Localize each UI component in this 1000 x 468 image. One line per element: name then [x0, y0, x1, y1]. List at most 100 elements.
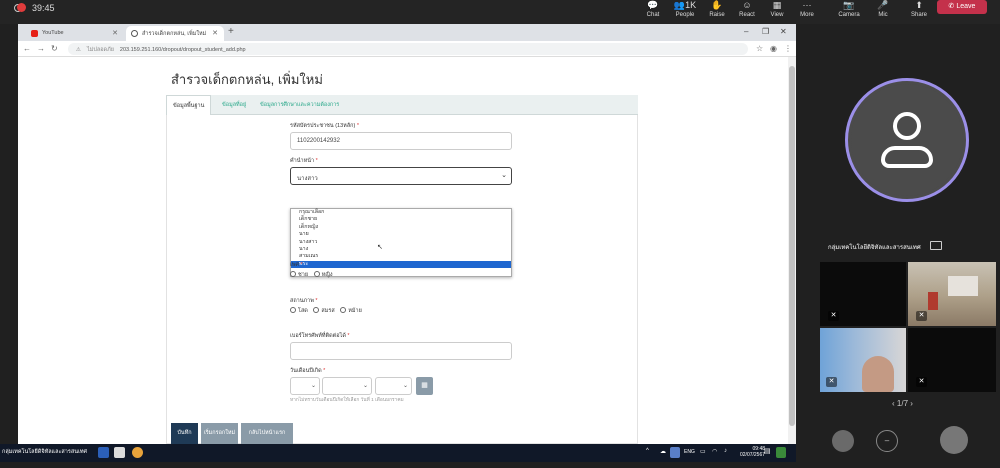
volume-icon[interactable]: ♪ — [724, 448, 727, 454]
participant-avatar[interactable] — [940, 426, 968, 454]
title-select-value: นางสาว — [297, 176, 318, 182]
notification-icon[interactable]: ▤ — [764, 447, 771, 455]
title-option[interactable]: เด็กชาย — [291, 216, 511, 223]
more-button[interactable]: ··· More — [790, 0, 824, 22]
title-option[interactable]: นาง — [291, 246, 511, 253]
toolbar-label: Camera — [838, 12, 860, 18]
participant-video[interactable]: ✕ — [908, 328, 996, 392]
menu-icon[interactable]: ⋮ — [784, 44, 792, 53]
back-home-button[interactable]: กลับไปหน้าแรก — [241, 423, 293, 444]
leave-label: Leave — [956, 3, 976, 10]
chevron-down-icon: ⌄ — [501, 172, 507, 179]
wifi-icon[interactable]: ◠ — [712, 448, 717, 455]
forward-icon[interactable]: → — [37, 44, 45, 53]
leave-button[interactable]: ✆ Leave — [937, 0, 987, 14]
participant-video[interactable]: ✕ — [908, 262, 996, 326]
phone-field[interactable] — [290, 342, 512, 360]
react-button[interactable]: ☺ React — [730, 0, 764, 22]
start-over-button[interactable]: เริ่มกรอกใหม่ — [201, 423, 238, 444]
tab-basic-info[interactable]: ข้อมูลพื้นฐาน — [166, 95, 212, 115]
address-bar-row: ← → ↻ ⚠ ไม่ปลอดภัย 203.159.251.160/dropout… — [18, 41, 796, 57]
raise-hand-icon: ✋ — [711, 0, 723, 10]
web-page: สำรวจเด็กตกหล่น, เพิ่มใหม่ ข้อมูลพื้นฐาน… — [18, 57, 788, 444]
app-tray-icon[interactable] — [776, 447, 786, 458]
participant-video[interactable]: ✕ — [820, 262, 906, 326]
chevron-down-icon: ⌄ — [402, 383, 408, 389]
marital-radio-married[interactable]: สมรส — [313, 307, 335, 314]
birth-day-select[interactable]: ⌄ — [290, 377, 320, 395]
camera-button[interactable]: 📷 Camera — [832, 0, 866, 22]
task-view-icon[interactable] — [98, 447, 109, 458]
language-indicator[interactable]: ENG — [684, 449, 695, 455]
mic-icon: 🎤 — [877, 0, 889, 10]
gender-label: เพศ * — [290, 262, 303, 268]
profile-icon[interactable]: ◉ — [770, 44, 777, 53]
radio-icon — [290, 307, 296, 313]
view-button[interactable]: ▦ View — [760, 0, 794, 22]
person-icon-head — [893, 112, 921, 140]
restore-icon[interactable]: ❐ — [762, 27, 769, 36]
pager-text: 1/7 — [896, 399, 909, 408]
title-label: คำนำหน้า * — [290, 158, 318, 164]
more-participants-icon[interactable]: – — [876, 430, 898, 452]
share-button[interactable]: ⬆ Share — [902, 0, 936, 22]
title-option[interactable]: สามเณร — [291, 253, 511, 260]
chat-button[interactable]: 💬 Chat — [636, 0, 670, 22]
title-option[interactable]: พระ — [291, 260, 511, 269]
chat-icon: 💬 — [647, 0, 659, 10]
gender-radio-group: ชาย หญิง — [290, 271, 333, 279]
calendar-button[interactable]: ▦ — [416, 377, 433, 395]
tab-title: YouTube — [42, 30, 64, 36]
gender-radio-male[interactable]: ชาย — [290, 271, 308, 278]
title-option[interactable]: กรุณาเลือก — [291, 209, 511, 216]
title-option[interactable]: นางสาว — [291, 239, 511, 246]
taskbar-clock[interactable]: 09:48 02/07/2567 — [740, 446, 765, 458]
video-person-shape — [862, 356, 894, 392]
browser-tab-youtube[interactable]: YouTube ✕ — [26, 26, 124, 41]
save-button[interactable]: บันทึก — [171, 423, 198, 444]
birth-year-select[interactable]: ⌄ — [375, 377, 412, 395]
marital-radio-widowed[interactable]: หม้าย — [340, 307, 362, 314]
teams-tray-icon[interactable] — [670, 447, 680, 458]
reload-icon[interactable]: ↻ — [51, 44, 58, 53]
browser-tab-dropout[interactable]: สำรวจเด็กตกหล่น, เพิ่มใหม่ ✕ — [126, 26, 224, 41]
minimize-icon[interactable]: – — [744, 27, 748, 36]
url-input[interactable]: ⚠ ไม่ปลอดภัย 203.159.251.160/dropout/dropo… — [68, 43, 748, 55]
back-icon[interactable]: ← — [23, 44, 31, 53]
participant-video[interactable]: ✕ — [820, 328, 906, 392]
marital-radio-single[interactable]: โสด — [290, 307, 308, 314]
close-tab-icon[interactable]: ✕ — [212, 29, 218, 37]
participant-avatar[interactable] — [832, 430, 854, 452]
bookmark-star-icon[interactable]: ☆ — [756, 44, 763, 53]
chevron-down-icon: ⌄ — [310, 383, 316, 389]
title-option[interactable]: เด็กหญิง — [291, 224, 511, 231]
radio-icon — [313, 307, 320, 313]
close-window-icon[interactable]: ✕ — [780, 27, 787, 36]
explorer-icon[interactable] — [114, 447, 125, 458]
presenter-label: กลุ่มเทคโนโลยีดิจิทัลและสารสนเทศ — [828, 245, 921, 251]
mic-off-icon: ✕ — [826, 377, 837, 387]
title-option[interactable]: นาย — [291, 231, 511, 238]
display-icon[interactable]: ▭ — [700, 448, 706, 455]
new-tab-icon[interactable]: + — [228, 26, 234, 37]
network-icon[interactable]: ☁ — [660, 448, 666, 455]
title-select[interactable]: นางสาว ⌄ — [290, 167, 512, 185]
scrollbar-thumb[interactable] — [789, 66, 795, 426]
close-tab-icon[interactable]: ✕ — [112, 29, 118, 37]
people-button[interactable]: 👥1K People — [668, 0, 702, 22]
tab-education[interactable]: ข้อมูลการศึกษาและความต้องการ — [254, 95, 345, 115]
gender-radio-female[interactable]: หญิง — [313, 271, 333, 278]
chrome-icon[interactable] — [132, 447, 143, 458]
pager-next-icon[interactable]: › — [908, 399, 913, 408]
mic-off-icon: ✕ — [916, 311, 927, 321]
video-window-shape — [948, 276, 978, 296]
citizen-id-field[interactable]: 1102200142932 — [290, 132, 512, 150]
mic-button[interactable]: 🎤 Mic — [866, 0, 900, 22]
phone-label: เบอร์โทรศัพท์ที่ติดต่อได้ * — [290, 333, 350, 339]
tab-address[interactable]: ข้อมูลที่อยู่ — [216, 95, 252, 115]
birth-month-select[interactable]: ⌄ — [322, 377, 372, 395]
tray-chevron-icon[interactable]: ^ — [646, 448, 649, 454]
birthdate-group: ⌄ ⌄ ⌄ ▦ — [290, 377, 440, 395]
raise-button[interactable]: ✋ Raise — [700, 0, 734, 22]
warning-icon: ⚠ — [76, 47, 81, 53]
